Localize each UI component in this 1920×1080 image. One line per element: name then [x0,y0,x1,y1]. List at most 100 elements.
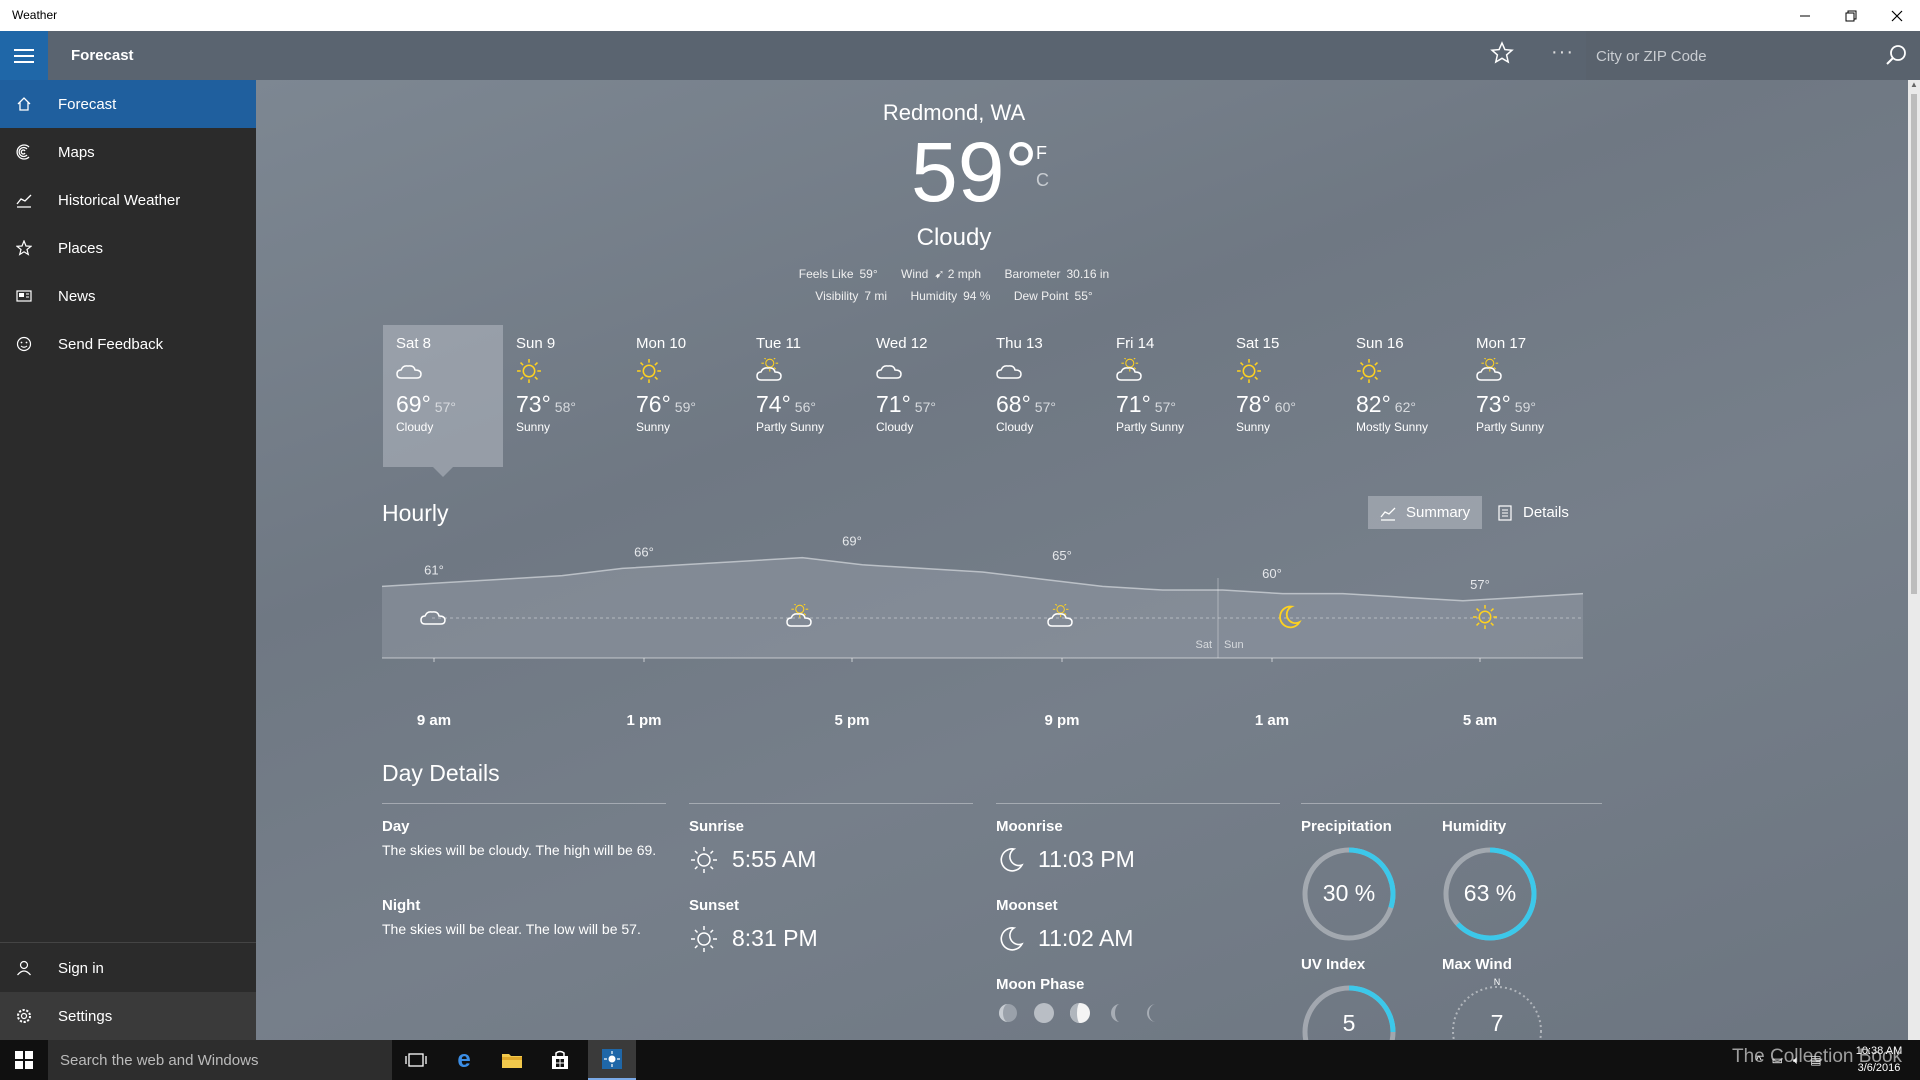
low-temp: 56° [794,399,816,415]
daily-forecast-item[interactable]: Sun 9 73° 58° Sunny [503,325,623,467]
hourly-temp-label: 61° [424,562,444,577]
search-box [1586,31,1920,80]
main-content: Redmond, WA 59° F C Cloudy Feels Like 59°… [256,80,1920,1040]
minimize-icon [1800,15,1810,16]
weather-app-taskbar-button[interactable] [588,1040,636,1080]
windows-logo-icon [15,1051,33,1069]
scroll-up-arrow-icon[interactable]: ▲ [1908,80,1920,92]
day-details-title: Day Details [382,760,500,786]
daily-forecast-item[interactable]: Sun 16 82° 62° Mostly Sunny [1343,325,1463,467]
day-condition: Sunny [636,420,671,434]
sunset-sun-icon [691,926,717,952]
vertical-scrollbar[interactable]: ▲ [1908,80,1920,1040]
moon-phase-icon [1147,1004,1156,1022]
low-temp: 59° [1514,399,1536,415]
search-icon[interactable] [1884,43,1908,67]
moon-phase-label: Moon Phase [996,976,1085,993]
low-temp: 58° [554,399,576,415]
day-text: The skies will be cloudy. The high will … [382,842,657,858]
day-condition: Sunny [516,420,551,434]
sunny-weather-icon [1237,359,1261,383]
day-name: Tue 11 [756,335,802,352]
sidebar-item-label: Settings [58,1007,113,1025]
hamburger-menu-button[interactable] [0,31,48,80]
sidebar-item-places[interactable]: Places [0,224,256,272]
hourly-time-label: 9 pm [1044,712,1080,729]
unit-fahrenheit-toggle[interactable]: F [1036,143,1047,164]
moon-phase-icon [1070,1003,1090,1023]
moon-phase-icon [1034,1003,1054,1023]
day-name: Sat 15 [1236,335,1280,352]
day-name: Mon 10 [636,335,687,352]
sunrise-time: 5:55 AM [732,846,817,872]
details-toggle-button[interactable]: Details [1485,496,1581,529]
hourly-temp-label: 60° [1262,566,1282,581]
current-stats-row-2: Visibility 7 mi Humidity 94 % Dew Point 55° [256,289,1652,303]
summary-toggle-button[interactable]: Summary [1368,496,1483,529]
daily-forecast-item[interactable]: Fri 14 71° 57° Partly Sunny [1103,325,1223,467]
minimize-button[interactable] [1782,0,1828,31]
moonrise-time: 11:03 PM [1038,846,1135,872]
sidebar-item-historical-weather[interactable]: Historical Weather [0,176,256,224]
edge-browser-button[interactable]: e [440,1040,488,1080]
close-icon [1891,10,1903,21]
line-chart-icon [1380,507,1396,521]
sidebar-item-sign-in[interactable]: Sign in [0,944,256,992]
divider [689,803,973,804]
hourly-temp-label: 57° [1470,577,1490,592]
max-wind-value: 7 [1490,1010,1504,1036]
daily-forecast-item[interactable]: Mon 17 73° 59° Partly Sunny [1463,325,1583,467]
close-button[interactable] [1874,0,1920,31]
sidebar-item-news[interactable]: News [0,272,256,320]
daily-forecast-item[interactable]: Sat 15 78° 60° Sunny [1223,325,1343,467]
sidebar-item-maps[interactable]: Maps [0,128,256,176]
cloudy-weather-icon [396,365,422,379]
hourly-temp-label: 69° [842,534,862,549]
taskbar-search-box[interactable]: Search the web and Windows [48,1040,392,1080]
news-icon [0,288,48,304]
more-options-button[interactable]: ··· [1551,41,1574,64]
low-temp: 62° [1394,399,1416,415]
unit-celsius-toggle[interactable]: C [1036,170,1049,191]
daily-forecast-item[interactable]: Tue 11 74° 56° Partly Sunny [743,325,863,467]
humidity-gauge-value: 63 % [1463,880,1517,906]
details-label: Details [1523,504,1569,521]
task-view-button[interactable] [392,1040,440,1080]
dew-point-value: 55° [1074,289,1093,303]
window-title: Weather [12,8,58,22]
person-icon [0,960,48,976]
daily-forecast-item[interactable]: Sat 8 69° 57° Cloudy [383,325,503,477]
high-temp: 71° [876,391,911,417]
humidity-value: 94 % [963,289,991,303]
start-button[interactable] [0,1040,48,1080]
daily-forecast-item[interactable]: Mon 10 76° 59° Sunny [623,325,743,467]
file-explorer-button[interactable] [488,1040,536,1080]
app-header: Forecast ··· [0,31,1920,80]
daily-forecast-item[interactable]: Thu 13 68° 57° Cloudy [983,325,1103,467]
daily-forecast-item[interactable]: Wed 12 71° 57° Cloudy [863,325,983,467]
hourly-time-label: 5 am [1462,712,1498,729]
sunny-weather-icon [1357,359,1381,383]
sidebar-item-send-feedback[interactable]: Send Feedback [0,320,256,368]
selected-day-pointer [433,467,453,477]
moonrise-label: Moonrise [996,818,1063,835]
feels-like-value: 59° [859,267,878,281]
hourly-chart[interactable]: 61° 66° 69° 65° 60° 57° Sat Sun [382,526,1583,706]
moonset-moon-icon [1000,927,1024,951]
day-name: Mon 17 [1476,335,1527,352]
wind-arrow-icon: ➹ [934,267,945,281]
task-view-icon [405,1053,427,1067]
location-name: Redmond, WA [882,100,1026,125]
hourly-time-label: 1 am [1254,712,1290,729]
low-temp: 57° [1154,399,1176,415]
places-star-icon [0,240,48,256]
scrollbar-thumb[interactable] [1911,94,1917,594]
restore-button[interactable] [1828,0,1874,31]
precipitation-value: 30 % [1322,880,1376,906]
store-button[interactable] [536,1040,584,1080]
day-condition: Cloudy [876,420,914,434]
search-input[interactable] [1596,43,1866,69]
sidebar-item-forecast[interactable]: Forecast [0,80,256,128]
favorite-star-button[interactable] [1490,41,1514,72]
sidebar-item-settings[interactable]: Settings [0,992,256,1040]
